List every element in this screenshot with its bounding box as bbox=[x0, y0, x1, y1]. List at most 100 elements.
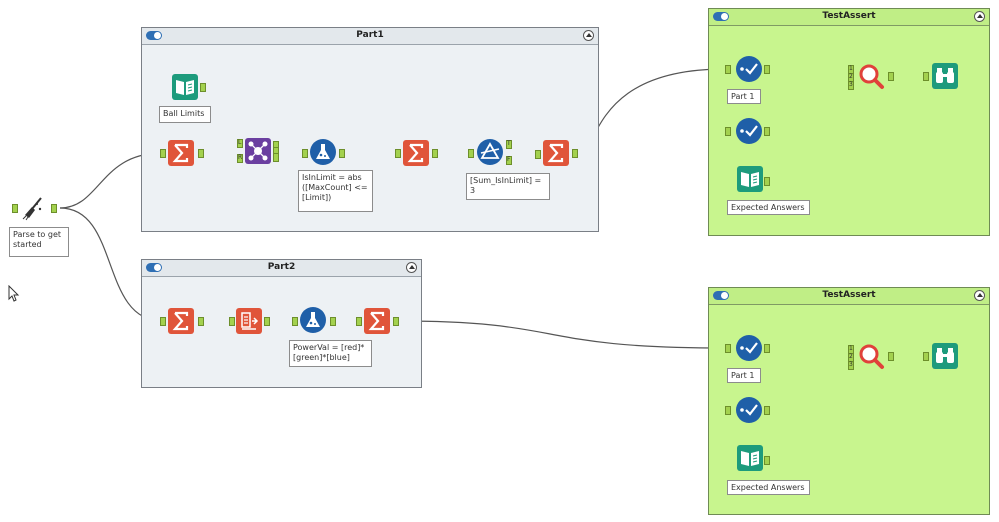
part2-summarize-tool-2[interactable] bbox=[364, 308, 390, 334]
assert-tool-2a[interactable] bbox=[735, 334, 762, 361]
assert1a-input-anchor[interactable] bbox=[725, 65, 731, 74]
assert2a-input-anchor[interactable] bbox=[725, 344, 731, 353]
filter-icon bbox=[477, 139, 503, 165]
binoculars-browse-icon bbox=[932, 63, 958, 89]
select-icon bbox=[236, 308, 262, 334]
assert-tool-1b[interactable] bbox=[735, 117, 762, 144]
compare1-input-2-label: 2 bbox=[849, 73, 853, 80]
expected-answers-input-tool-2[interactable] bbox=[737, 445, 763, 471]
browse1-input-anchor[interactable] bbox=[923, 72, 929, 81]
part2-formula-tool[interactable] bbox=[299, 306, 326, 333]
sigma-summarize-icon bbox=[543, 140, 569, 166]
browse-tool-1[interactable] bbox=[932, 63, 958, 89]
annotation-sum-is-in-limit: [Sum_IsInLimit] = 3 bbox=[466, 173, 550, 200]
flask-formula-icon bbox=[300, 307, 326, 333]
filter-false-label: F bbox=[507, 156, 511, 163]
join-left-label: L bbox=[238, 139, 242, 146]
annotation-assert1-expected: Expected Answers bbox=[727, 200, 810, 215]
browse-tool-2[interactable] bbox=[932, 343, 958, 369]
join-tool[interactable] bbox=[245, 138, 271, 164]
filter-tool[interactable] bbox=[476, 138, 503, 165]
container-part2-title: Part2 bbox=[267, 262, 296, 272]
p2-formula-input-anchor[interactable] bbox=[292, 317, 298, 326]
checkmark-assert-icon bbox=[736, 118, 762, 144]
assert2b-output-anchor[interactable] bbox=[764, 406, 770, 415]
compare1-output-anchor[interactable] bbox=[888, 72, 894, 81]
flask-formula-icon bbox=[310, 139, 336, 165]
annotation-ball-limits: Ball Limits bbox=[159, 106, 211, 123]
part2-summarize-tool-1[interactable] bbox=[168, 308, 194, 334]
broom-icon bbox=[22, 197, 42, 221]
ball-limits-output-anchor[interactable] bbox=[200, 83, 206, 92]
summarize-tool-3[interactable] bbox=[543, 140, 569, 166]
summarize2-input-anchor[interactable] bbox=[395, 149, 401, 158]
compare-tool-1[interactable] bbox=[857, 62, 884, 89]
annotation-is-in-limit: IsInLimit = abs ([MaxCount] <= [Limit]) bbox=[298, 170, 373, 212]
checkmark-assert-icon bbox=[736, 56, 762, 82]
container-test-assert-2-header[interactable]: TestAssert bbox=[709, 288, 989, 305]
p2-summarize-output-anchor[interactable] bbox=[198, 317, 204, 326]
parse-output-anchor[interactable] bbox=[51, 204, 57, 213]
formula-tool-1[interactable] bbox=[309, 138, 336, 165]
p2-summarize2-output-anchor[interactable] bbox=[393, 317, 399, 326]
summarize2-output-anchor[interactable] bbox=[432, 149, 438, 158]
expected-answers-input-tool-1[interactable] bbox=[737, 166, 763, 192]
filter-input-anchor[interactable] bbox=[468, 149, 474, 158]
container-part1-collapse-button[interactable] bbox=[583, 30, 594, 41]
parse-input-anchor[interactable] bbox=[12, 204, 18, 213]
annotation-assert2-part: Part 1 bbox=[727, 368, 761, 383]
annotation-power-val: PowerVal = [red]* [green]*[blue] bbox=[289, 340, 372, 367]
workflow-canvas[interactable]: Part1 Part2 TestAssert TestAssert Parse … bbox=[0, 0, 999, 522]
compare2-output-anchor[interactable] bbox=[888, 352, 894, 361]
p2-summarize2-input-anchor[interactable] bbox=[356, 317, 362, 326]
p2-formula-output-anchor[interactable] bbox=[330, 317, 336, 326]
select-output-anchor[interactable] bbox=[264, 317, 270, 326]
container-test-assert-2-title: TestAssert bbox=[822, 290, 876, 300]
ball-limits-input-tool[interactable] bbox=[172, 74, 198, 100]
select-input-anchor[interactable] bbox=[229, 317, 235, 326]
sigma-summarize-icon bbox=[168, 308, 194, 334]
magnifier-compare-icon bbox=[859, 64, 884, 89]
summarize3-input-anchor[interactable] bbox=[535, 150, 541, 159]
wire-part2-to-assert2 bbox=[397, 320, 726, 349]
expected2-output-anchor[interactable] bbox=[764, 456, 770, 465]
parse-tool[interactable] bbox=[20, 195, 46, 221]
select-tool[interactable] bbox=[236, 308, 262, 334]
annotation-assert2-expected: Expected Answers bbox=[727, 480, 810, 495]
assert1a-output-anchor[interactable] bbox=[764, 65, 770, 74]
summarize1-output-anchor[interactable] bbox=[198, 149, 204, 158]
browse2-input-anchor[interactable] bbox=[923, 352, 929, 361]
formula1-output-anchor[interactable] bbox=[339, 149, 345, 158]
compare2-input-2-label: 2 bbox=[849, 353, 853, 360]
assert2a-output-anchor[interactable] bbox=[764, 344, 770, 353]
container-test-assert-2-collapse-button[interactable] bbox=[974, 290, 985, 301]
join-icon bbox=[245, 138, 271, 164]
assert-tool-1a[interactable] bbox=[735, 55, 762, 82]
container-test-assert-1-header[interactable]: TestAssert bbox=[709, 9, 989, 26]
compare2-input-3-label: 3 bbox=[849, 361, 853, 368]
book-input-icon bbox=[737, 166, 763, 192]
summarize-tool-1[interactable] bbox=[168, 140, 194, 166]
book-input-icon bbox=[737, 445, 763, 471]
assert-tool-2b[interactable] bbox=[735, 396, 762, 423]
assert1b-output-anchor[interactable] bbox=[764, 127, 770, 136]
expected1-output-anchor[interactable] bbox=[764, 177, 770, 186]
formula1-input-anchor[interactable] bbox=[302, 149, 308, 158]
container-test-assert-1-collapse-button[interactable] bbox=[974, 11, 985, 22]
assert1b-input-anchor[interactable] bbox=[725, 127, 731, 136]
summarize3-output-anchor[interactable] bbox=[572, 149, 578, 158]
summarize1-input-anchor[interactable] bbox=[160, 149, 166, 158]
join-right-label: R bbox=[238, 154, 243, 161]
container-part1-header[interactable]: Part1 bbox=[142, 28, 598, 45]
assert2b-input-anchor[interactable] bbox=[725, 406, 731, 415]
container-part2-header[interactable]: Part2 bbox=[142, 260, 421, 277]
p2-summarize-input-anchor[interactable] bbox=[160, 317, 166, 326]
magnifier-compare-icon bbox=[859, 344, 884, 369]
compare-tool-2[interactable] bbox=[857, 342, 884, 369]
checkmark-assert-icon bbox=[736, 397, 762, 423]
summarize-tool-2[interactable] bbox=[403, 140, 429, 166]
join-output-r-anchor[interactable] bbox=[273, 153, 279, 162]
checkmark-assert-icon bbox=[736, 335, 762, 361]
container-part2-collapse-button[interactable] bbox=[406, 262, 417, 273]
sigma-summarize-icon bbox=[403, 140, 429, 166]
